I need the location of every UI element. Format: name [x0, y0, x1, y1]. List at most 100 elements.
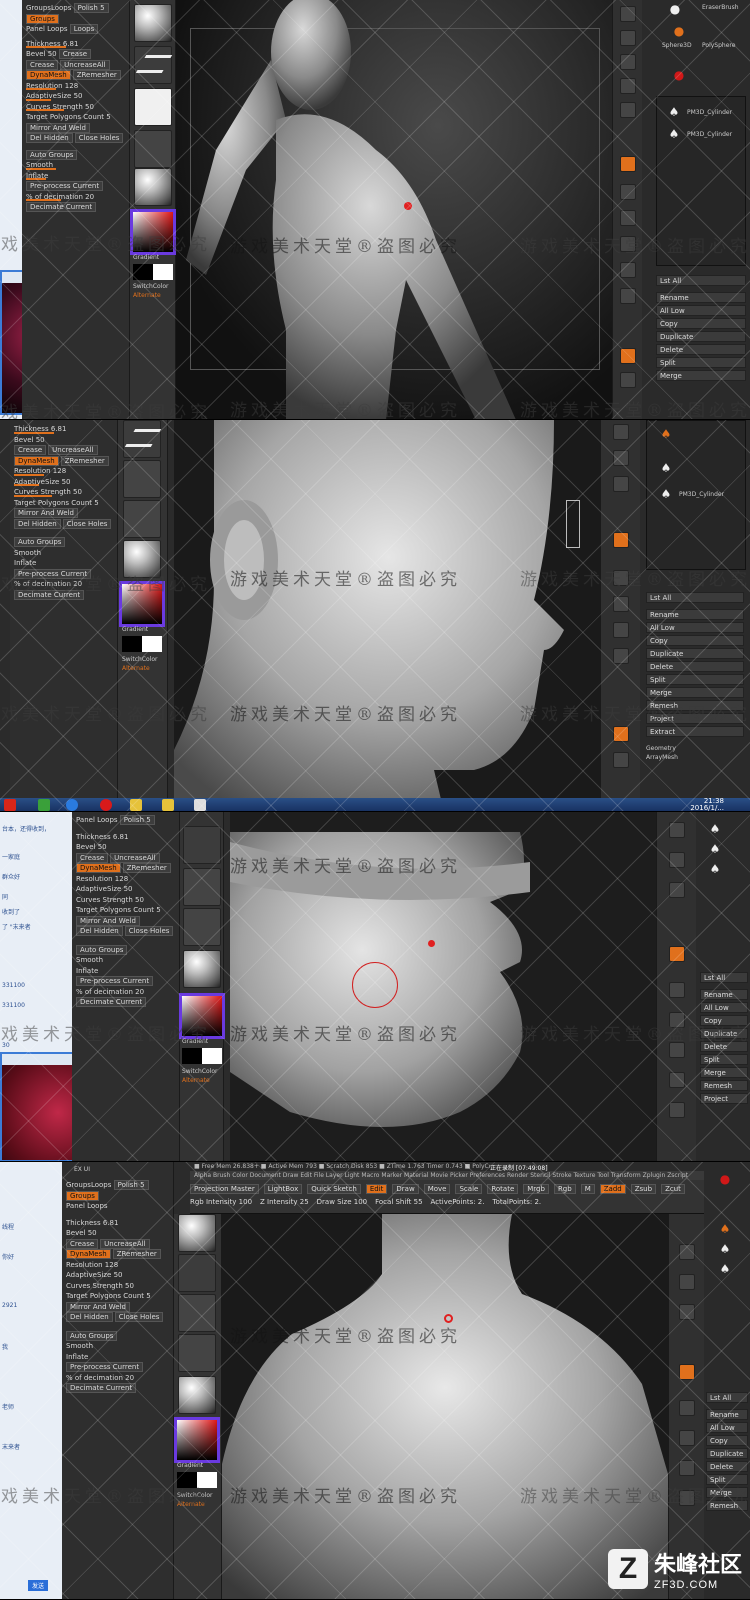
dynamesh-row[interactable]: DynaMesh ZRemesher — [66, 1249, 169, 1260]
curves-strength-row[interactable]: Curves Strength 50 — [66, 1281, 169, 1292]
viewport-1[interactable] — [176, 0, 612, 419]
main-menu[interactable]: Alpha Brush Color Document Draw Edit Fil… — [190, 1171, 750, 1180]
adaptive-size-row[interactable]: AdaptiveSize 50 — [66, 1270, 169, 1281]
curves-strength-slider[interactable] — [26, 109, 64, 111]
all-low-button[interactable]: All Low — [700, 1002, 748, 1013]
arraymesh-label[interactable]: ArrayMesh — [646, 754, 744, 761]
zbrush-icon[interactable] — [194, 799, 206, 811]
rgb-button[interactable]: Rgb — [553, 1184, 576, 1194]
uncrease-all-button[interactable]: UncreaseAll — [60, 59, 110, 70]
crease-row[interactable]: Crease UncreaseAll — [26, 59, 125, 71]
crease-row[interactable]: Crease UncreaseAll — [66, 1238, 169, 1250]
split-button[interactable]: Split — [646, 674, 744, 685]
scale-icon[interactable] — [620, 184, 636, 200]
all-low-button[interactable]: All Low — [646, 622, 744, 633]
adaptive-size-slider[interactable] — [14, 484, 39, 486]
decimate-current-row[interactable]: Decimate Current — [66, 1383, 169, 1394]
target-polygons-row[interactable]: Target Polygons Count 5 — [14, 498, 113, 509]
rotate-icon[interactable] — [613, 596, 629, 612]
curves-strength-row[interactable]: Curves Strength 50 — [26, 102, 125, 113]
rename-button[interactable]: Rename — [656, 292, 746, 303]
all-low-button[interactable]: All Low — [656, 305, 746, 316]
local-icon[interactable] — [620, 54, 636, 70]
material-thumbnail[interactable] — [134, 168, 172, 206]
all-low-button[interactable]: All Low — [706, 1422, 748, 1433]
polish-value[interactable]: Polish 5 — [73, 3, 109, 13]
auto-groups-button[interactable]: Auto Groups — [14, 537, 66, 547]
folder-icon[interactable] — [130, 799, 142, 811]
move-button[interactable]: Move — [423, 1184, 451, 1194]
color-swatches[interactable] — [122, 636, 162, 652]
smooth-slider[interactable] — [26, 167, 56, 170]
preprocess-row[interactable]: Pre-process Current — [66, 1362, 169, 1373]
uncrease-all-button[interactable]: UncreaseAll — [100, 1238, 150, 1249]
frame-icon[interactable] — [620, 102, 636, 118]
merge-button[interactable]: Merge — [656, 370, 746, 381]
floor-icon[interactable] — [613, 450, 629, 466]
crease-button[interactable]: Crease — [14, 445, 47, 455]
resolution-row[interactable]: Resolution 128 — [76, 874, 175, 885]
close-holes-button[interactable]: Close Holes — [62, 518, 112, 529]
z-intensity-slider[interactable]: Z Intensity 25 — [260, 1198, 309, 1206]
thickness-row[interactable]: Thickness 6.81 — [14, 424, 113, 435]
smooth-row[interactable]: Smooth — [66, 1341, 169, 1352]
groups-loops-row[interactable]: GroupsLoops Polish 5 — [26, 3, 125, 14]
dynamesh-button[interactable]: DynaMesh — [14, 455, 59, 466]
brush-thumbnail[interactable] — [134, 4, 172, 42]
alpha-thumbnail[interactable] — [183, 868, 221, 906]
alternate-label[interactable]: Alternate — [182, 1077, 210, 1084]
rotate-icon[interactable] — [679, 1430, 695, 1446]
dynamic-icon[interactable] — [679, 1244, 695, 1260]
mirror-weld-row[interactable]: Mirror And Weld — [66, 1301, 169, 1313]
bevel-row[interactable]: Bevel 50 — [66, 1228, 169, 1239]
panel-loops-row[interactable]: Panel Loops Polish 5 — [76, 815, 175, 826]
merge-button[interactable]: Merge — [700, 1067, 748, 1078]
stroke-thumbnail[interactable] — [123, 420, 162, 458]
thickness-row[interactable]: Thickness 6.81 — [66, 1218, 169, 1229]
aahalf-icon[interactable] — [613, 752, 629, 768]
merge-button[interactable]: Merge — [646, 687, 744, 698]
move-icon[interactable] — [669, 946, 685, 962]
polish-value[interactable]: Polish 5 — [113, 1180, 149, 1190]
zadd-button[interactable]: Zadd — [599, 1184, 626, 1194]
sphere3d-icon[interactable]: ● — [672, 24, 686, 38]
zremesher-button[interactable]: ZRemesher — [112, 1249, 161, 1259]
duplicate-button[interactable]: Duplicate — [646, 648, 744, 659]
stroke-thumbnail[interactable] — [178, 1254, 216, 1292]
persp-icon[interactable] — [620, 348, 636, 364]
alpha-thumbnail[interactable] — [123, 460, 161, 498]
dynamic-icon[interactable] — [669, 822, 685, 838]
color-swatches[interactable] — [133, 264, 173, 280]
decimation-row[interactable]: % of decimation 20 — [76, 987, 175, 998]
polish-value[interactable]: Polish 5 — [119, 815, 155, 825]
adaptive-size-row[interactable]: AdaptiveSize 50 — [14, 477, 113, 488]
auto-groups-button[interactable]: Auto Groups — [26, 149, 78, 160]
mirror-weld-button[interactable]: Mirror And Weld — [66, 1301, 130, 1312]
draw-button[interactable]: Draw — [392, 1184, 419, 1194]
groups-row[interactable]: Groups — [66, 1190, 169, 1202]
delete-button[interactable]: Delete — [706, 1461, 748, 1472]
navigation-gizmo[interactable] — [566, 500, 580, 548]
sphere3d-label[interactable]: Sphere3D — [662, 42, 692, 49]
del-hidden-row[interactable]: Del Hidden Close Holes — [26, 133, 125, 144]
dynamesh-button[interactable]: DynaMesh — [76, 863, 121, 873]
crease-row[interactable]: Crease UncreaseAll — [14, 445, 113, 456]
decimate-current-row[interactable]: Decimate Current — [26, 202, 125, 213]
floor-icon[interactable] — [669, 852, 685, 868]
transp-icon[interactable] — [613, 648, 629, 664]
groups-button[interactable]: Groups — [66, 1190, 99, 1201]
extract-button[interactable]: Extract — [646, 726, 744, 737]
local-icon[interactable] — [679, 1304, 695, 1320]
zcut-button[interactable]: Zcut — [661, 1184, 685, 1194]
duplicate-button[interactable]: Duplicate — [706, 1448, 748, 1459]
decimation-slider[interactable] — [26, 199, 61, 201]
inflate-slider[interactable] — [26, 178, 46, 180]
subtool-name[interactable]: PM3D_Cylinder — [679, 491, 724, 498]
quick-sketch-button[interactable]: Quick Sketch — [307, 1184, 361, 1194]
color-swatches[interactable] — [182, 1048, 222, 1064]
del-hidden-button[interactable]: Del Hidden — [14, 518, 61, 529]
target-polygons-row[interactable]: Target Polygons Count 5 — [76, 905, 175, 916]
curves-strength-row[interactable]: Curves Strength 50 — [14, 487, 113, 498]
groups-button[interactable]: Groups — [26, 13, 59, 24]
thickness-row[interactable]: Thickness 6.81 — [26, 39, 125, 50]
